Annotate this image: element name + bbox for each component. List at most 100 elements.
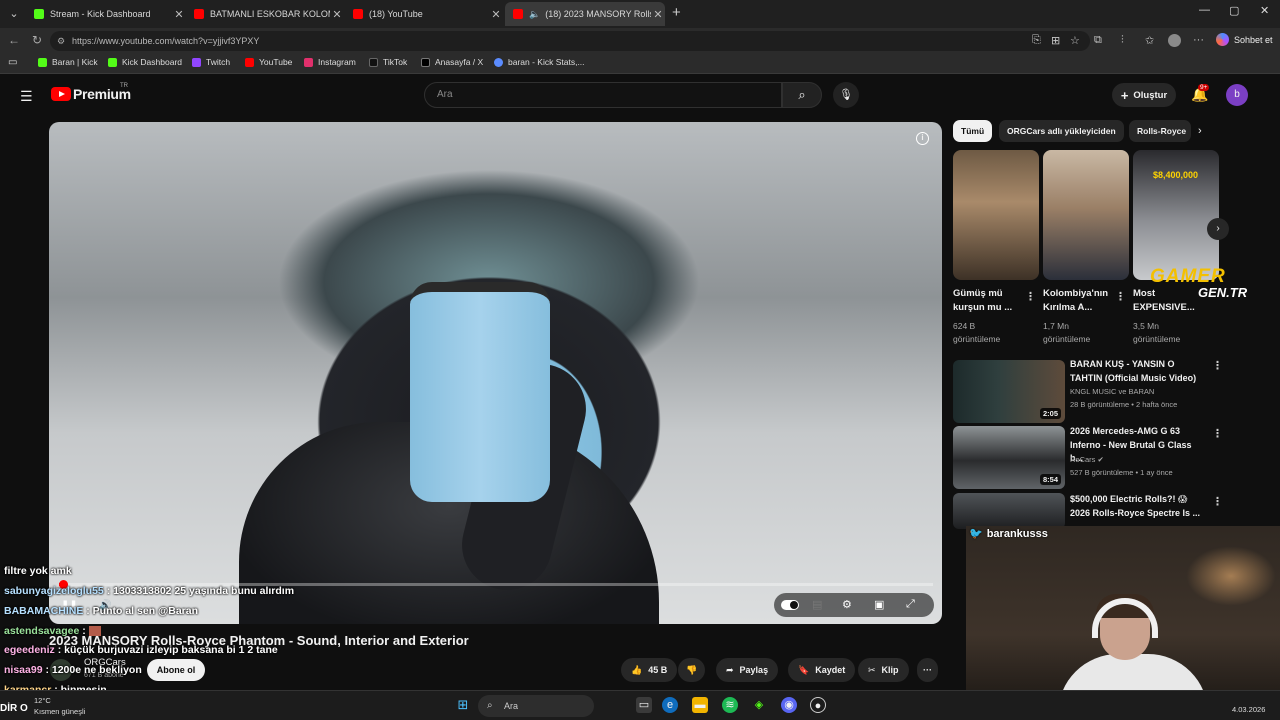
related-more-icon[interactable]: ⋮ bbox=[1212, 427, 1223, 440]
overlay-corner-text: DİR O bbox=[0, 703, 28, 714]
subscribe-button[interactable]: Abone ol bbox=[147, 659, 205, 681]
related-more-icon[interactable]: ⋮ bbox=[1212, 495, 1223, 508]
search-input[interactable]: Ara bbox=[424, 82, 782, 108]
tab-mansory-active[interactable]: 🔈 (18) 2023 MANSORY Rolls-Ro ✕ bbox=[505, 2, 665, 26]
back-arrow-icon[interactable]: ← bbox=[8, 33, 20, 47]
search-button[interactable]: ⌕ bbox=[782, 82, 822, 108]
more-dots-icon: ··· bbox=[923, 665, 932, 675]
account-avatar[interactable]: b bbox=[1226, 84, 1248, 106]
favorite-star-icon[interactable]: ☆ bbox=[1070, 34, 1080, 47]
settings-gear-icon[interactable]: ⚙ bbox=[842, 598, 852, 611]
short-thumbnail[interactable] bbox=[1043, 150, 1129, 280]
related-thumbnail[interactable]: 8:54 bbox=[953, 426, 1065, 489]
minimize-icon[interactable]: — bbox=[1199, 4, 1210, 16]
related-thumbnail[interactable]: 2:05 bbox=[953, 360, 1065, 423]
related-thumbnail[interactable] bbox=[953, 493, 1065, 529]
youtube-favicon-icon bbox=[353, 9, 363, 19]
tab-actions-chevron-icon[interactable]: ⌄ bbox=[4, 4, 24, 24]
related-title[interactable]: BARAN KUŞ - YANSIN O TAHTIN (Official Mu… bbox=[1070, 358, 1204, 385]
short-thumbnail[interactable] bbox=[953, 150, 1039, 280]
short-views: 3,5 Mn görüntüleme bbox=[1133, 321, 1181, 344]
close-tab-icon[interactable]: ✕ bbox=[489, 8, 503, 21]
related-more-icon[interactable]: ⋮ bbox=[1212, 359, 1223, 372]
chip-rolls-royce[interactable]: Rolls-Royce bbox=[1129, 120, 1191, 142]
video-player[interactable]: i ❚❚ 🔊 0:02 / 14:38 ▤ ⚙ ▣ ⤢ bbox=[49, 122, 942, 624]
save-button[interactable]: 🔖 Kaydet bbox=[788, 658, 856, 682]
youtube-logo-icon[interactable] bbox=[51, 87, 71, 101]
thumbs-up-icon: 👍 bbox=[631, 664, 643, 675]
apps-grid-icon[interactable]: ⊞ bbox=[1051, 34, 1060, 47]
autoplay-toggle[interactable] bbox=[781, 600, 799, 610]
taskbar-search[interactable]: ⌕ Ara bbox=[478, 695, 594, 717]
chip-all[interactable]: Tümü bbox=[953, 120, 993, 142]
bookmark-tiktok[interactable]: TikTok bbox=[369, 57, 407, 67]
short-overlay-price: $8,400,000 bbox=[1153, 170, 1199, 180]
new-tab-plus-icon[interactable]: + bbox=[672, 4, 681, 21]
more-menu-icon[interactable]: ··· bbox=[1193, 34, 1204, 46]
miniplayer-icon[interactable]: ▣ bbox=[874, 598, 884, 611]
shorts-next-arrow-icon[interactable]: › bbox=[1207, 218, 1229, 240]
split-screen-icon[interactable]: ⫶ bbox=[1121, 34, 1124, 47]
related-channel[interactable]: RoCars ✔ bbox=[1070, 454, 1104, 466]
chip-orgcars[interactable]: ORGCars adlı yükleyiciden bbox=[999, 120, 1124, 142]
voice-search-mic-icon[interactable]: 🎙 bbox=[833, 82, 859, 108]
kick-app-icon[interactable]: ◈ bbox=[751, 697, 767, 713]
fullscreen-icon[interactable]: ⤢ bbox=[906, 598, 915, 611]
more-actions-button[interactable]: ··· bbox=[917, 658, 938, 682]
clip-button[interactable]: ✂ Klip bbox=[858, 658, 909, 682]
favorites-icon[interactable]: ✩ bbox=[1145, 34, 1154, 47]
bookmark-kick-dashboard[interactable]: Kick Dashboard bbox=[108, 57, 182, 67]
close-window-icon[interactable]: ✕ bbox=[1260, 4, 1269, 17]
tab-youtube[interactable]: (18) YouTube ✕ bbox=[345, 2, 503, 26]
youtube-header: ☰ Premium TR Ara ⌕ 🎙 + Oluştur 🔔 9+ b bbox=[0, 74, 1280, 118]
speaker-icon[interactable]: 🔈 bbox=[529, 9, 540, 20]
short-more-icon[interactable]: ⋮ bbox=[1025, 290, 1036, 303]
close-tab-icon[interactable]: ✕ bbox=[172, 8, 186, 21]
short-title[interactable]: Kolombiya'nın Kırılma A... bbox=[1043, 287, 1119, 315]
create-button[interactable]: + Oluştur bbox=[1112, 83, 1176, 107]
close-tab-icon[interactable]: ✕ bbox=[651, 8, 665, 21]
tab-kick-dashboard[interactable]: Stream - Kick Dashboard ✕ bbox=[26, 2, 186, 26]
bookmark-x[interactable]: Anasayfa / X bbox=[421, 57, 483, 67]
subtitles-icon[interactable]: ▤ bbox=[812, 598, 822, 611]
streamer-webcam bbox=[966, 526, 1280, 708]
bookmark-youtube[interactable]: YouTube bbox=[245, 57, 292, 67]
refresh-icon[interactable]: ↻ bbox=[32, 33, 42, 47]
short-thumbnail[interactable]: $8,400,000 bbox=[1133, 150, 1219, 280]
bookmark-twitch[interactable]: Twitch bbox=[192, 57, 230, 67]
extensions-icon[interactable]: ⧉ bbox=[1094, 34, 1102, 47]
url-field[interactable]: ⚙ https://www.youtube.com/watch?v=yjjivf… bbox=[50, 31, 1090, 51]
copilot-chat-button[interactable]: Sohbet et bbox=[1216, 33, 1273, 46]
close-tab-icon[interactable]: ✕ bbox=[330, 8, 344, 21]
related-channel[interactable]: KNGL MUSIC ve BARAN bbox=[1070, 386, 1154, 398]
profile-icon[interactable] bbox=[1168, 34, 1181, 47]
edge-browser-icon[interactable]: e bbox=[662, 697, 678, 713]
like-button[interactable]: 👍 45 B bbox=[621, 658, 678, 682]
obs-icon[interactable]: ● bbox=[810, 697, 826, 713]
tab-batmanli[interactable]: BATMANLI ESKOBAR KOLOMBİYA' ✕ bbox=[186, 2, 344, 26]
translate-icon[interactable]: ⎘ bbox=[1032, 34, 1041, 47]
short-more-icon[interactable]: ⋮ bbox=[1115, 290, 1126, 303]
site-info-icon[interactable]: ⚙ bbox=[57, 31, 65, 51]
info-icon[interactable]: i bbox=[916, 132, 929, 145]
short-title[interactable]: Gümüş mü kurşun mu ... bbox=[953, 287, 1029, 315]
weather-widget[interactable]: 12°C Kısmen güneşli bbox=[34, 695, 85, 717]
region-code: TR bbox=[120, 83, 128, 89]
discord-icon[interactable]: ◉ bbox=[781, 697, 797, 713]
chips-next-arrow-icon[interactable]: › bbox=[1198, 125, 1202, 137]
bookmark-instagram[interactable]: Instagram bbox=[304, 57, 356, 67]
bookmark-baran-kick[interactable]: Baran | Kick bbox=[38, 57, 98, 67]
collections-icon[interactable]: ▭ bbox=[8, 57, 17, 68]
bookmark-kick-stats[interactable]: baran - Kick Stats,... bbox=[494, 57, 585, 67]
maximize-icon[interactable]: ▢ bbox=[1229, 4, 1239, 17]
dislike-button[interactable]: 👎 bbox=[678, 658, 706, 682]
related-title[interactable]: $500,000 Electric Rolls?! 😱 2026 Rolls-R… bbox=[1070, 493, 1204, 521]
menu-hamburger-icon[interactable]: ☰ bbox=[20, 88, 33, 105]
spotify-icon[interactable]: ≋ bbox=[722, 697, 738, 713]
file-explorer-icon[interactable]: ▬ bbox=[692, 697, 708, 713]
windows-start-icon[interactable]: ⊞ bbox=[455, 697, 471, 713]
share-button[interactable]: ➦ Paylaş bbox=[716, 658, 779, 682]
player-controls-right: ▤ ⚙ ▣ ⤢ bbox=[774, 593, 934, 617]
task-view-icon[interactable]: ▭ bbox=[636, 697, 652, 713]
short-views: 624 Bgörüntüleme bbox=[953, 321, 1001, 344]
